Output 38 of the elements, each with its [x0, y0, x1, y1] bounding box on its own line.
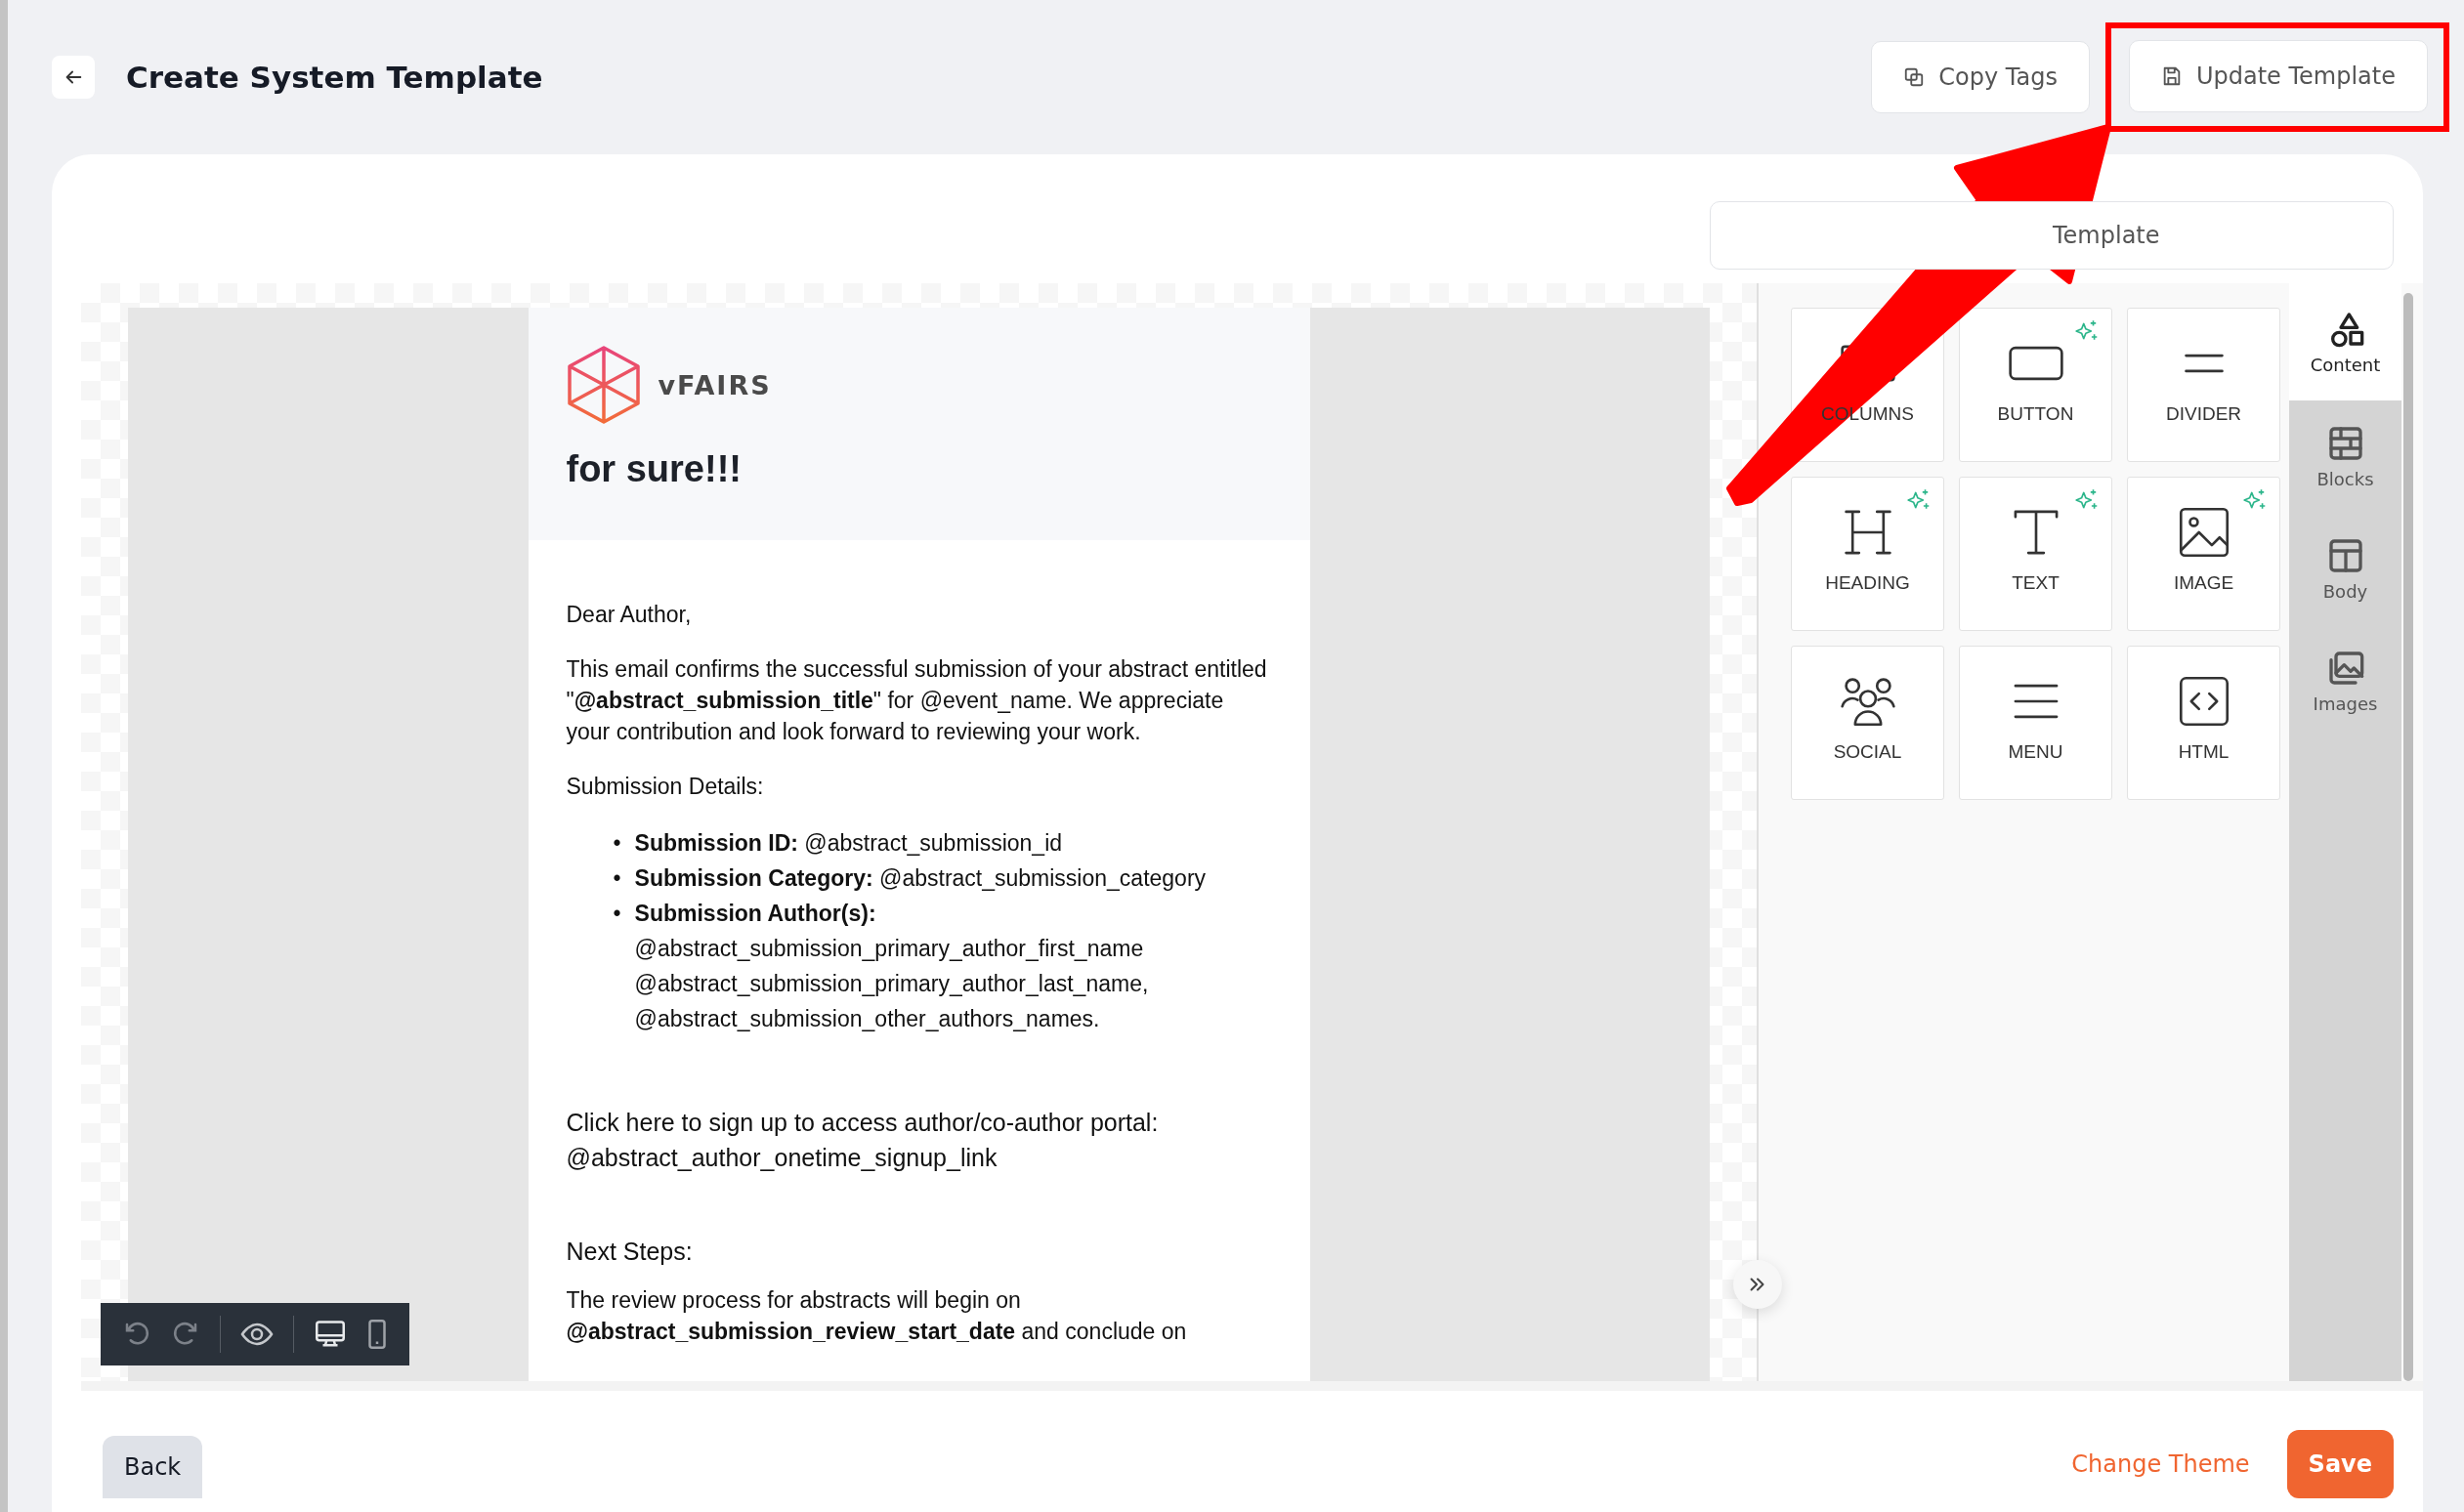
scrollbar[interactable]	[2403, 293, 2413, 1381]
back-button[interactable]: Back	[103, 1436, 203, 1498]
image-tile[interactable]: IMAGE	[2127, 477, 2280, 631]
bullet: •	[613, 864, 621, 893]
mobile-icon[interactable]	[366, 1320, 388, 1349]
html-tile[interactable]: HTML	[2127, 646, 2280, 800]
content-tab[interactable]: Content	[2289, 283, 2401, 400]
details-label: Submission Details:	[566, 773, 765, 801]
page-title: Create System Template	[126, 60, 543, 95]
detail-item: Submission ID: @abstract_submission_id	[634, 829, 1063, 858]
heading-tile[interactable]: HEADING	[1791, 477, 1944, 631]
copy-tags-button[interactable]: Copy Tags	[1871, 41, 2090, 113]
desktop-icon[interactable]	[314, 1320, 347, 1349]
signup-text: Click here to sign up to access author/co-author portal: @abstract_author_onetime_signup_link	[566, 1108, 1160, 1173]
detail-item: Submission Category: @abstract_submission_category	[634, 864, 1207, 893]
text-tile[interactable]: TEXT	[1959, 477, 2112, 631]
update-template-button[interactable]: Update Template	[2128, 40, 2428, 112]
cube-logo-icon	[566, 345, 641, 425]
back-button[interactable]	[52, 56, 95, 99]
social-tile[interactable]: SOCIAL	[1791, 646, 1944, 800]
next-steps-paragraph: The review process for abstracts will begin on @abstract_submission_review_start_date and conclude on	[566, 1286, 1188, 1346]
greeting-text: Dear Author,	[566, 601, 693, 629]
template-button[interactable]: Template	[1710, 201, 2394, 270]
body-tab[interactable]: Body	[2289, 513, 2401, 625]
images-tab[interactable]: Images	[2289, 625, 2401, 737]
expand-button[interactable]	[1733, 1260, 1782, 1309]
brand-name: vFAIRS	[658, 369, 772, 400]
blocks-tab[interactable]: Blocks	[2289, 400, 2401, 513]
divider-tile[interactable]: DIVIDER	[2127, 308, 2280, 462]
detail-item: Submission Author(s): @abstract_submission_primary_author_first_name @abstract_submission_primary_author_last_name, @abstract_submission_other_authors_names.	[634, 900, 1150, 1033]
copy-icon	[1903, 66, 1926, 88]
button-tile[interactable]: BUTTON	[1959, 308, 2112, 462]
email-heading: for sure!!!	[566, 448, 743, 490]
next-steps-label: Next Steps:	[566, 1237, 694, 1267]
bullet: •	[613, 829, 621, 858]
menu-tile[interactable]: MENU	[1959, 646, 2112, 800]
bullet: •	[613, 900, 621, 928]
intro-paragraph: This email confirms the successful submission of your abstract entitled "@abstract_submission_title" for @event_name. We appreciate your contribution and look forward to reviewing your work.	[566, 655, 1268, 746]
